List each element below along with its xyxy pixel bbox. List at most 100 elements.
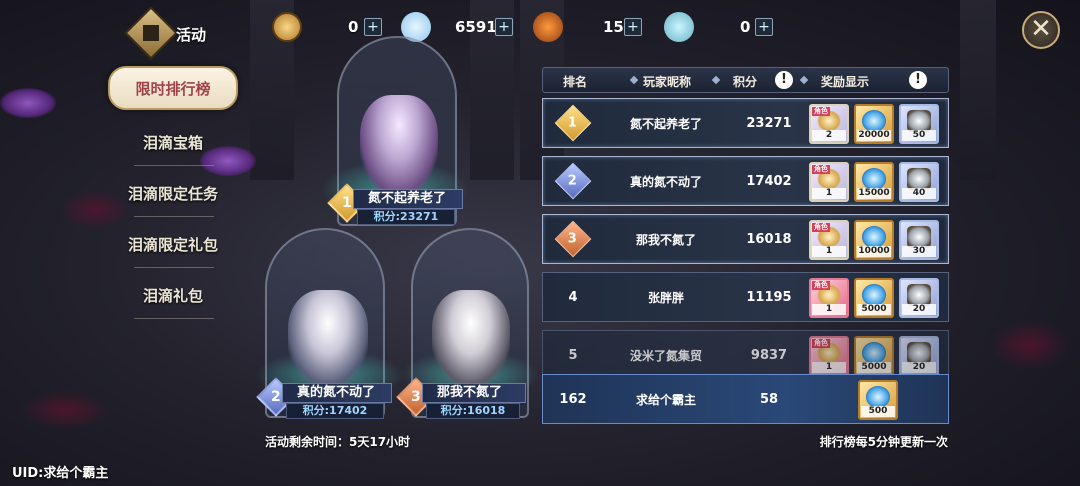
sword-reward-icon[interactable]: 30	[899, 220, 939, 260]
sword-reward-icon[interactable]: 40	[899, 162, 939, 202]
row-player-name: 氮不起养老了	[629, 116, 702, 131]
menu-divider	[134, 267, 214, 268]
blue-key-icon	[664, 12, 694, 42]
row-rewards: 角色 1 5000 20	[809, 278, 947, 318]
resource-slime-value: 6591	[455, 18, 497, 36]
menu-item-label: 泪滴宝箱	[142, 134, 203, 152]
row-rewards: 500	[809, 380, 947, 420]
second-place-score: 积分:17402	[286, 403, 384, 419]
menu-item-teardrop-chest[interactable]: 泪滴宝箱	[108, 117, 238, 168]
leaderboard-row[interactable]: 1 氮不起养老了 23271 角色 2 20000 50	[542, 98, 949, 148]
character-scroll-reward-icon[interactable]: 角色 1	[809, 220, 849, 260]
character-scroll-reward-icon[interactable]: 角色 1	[809, 336, 849, 376]
row-score: 11195	[746, 289, 792, 305]
row-rewards: 角色 1 10000 30	[809, 220, 947, 260]
add-ticket-button[interactable]: +	[364, 18, 382, 36]
activity-badge[interactable]: 活动	[124, 6, 218, 60]
gem-reward-icon[interactable]: 15000	[854, 162, 894, 202]
menu-divider	[134, 318, 214, 319]
header-divider-icon	[711, 75, 721, 85]
menu-item-label: 泪滴礼包	[142, 287, 203, 305]
rank-medal-gold-icon: 1	[554, 104, 592, 142]
row-player-name: 求给个霸主	[635, 392, 696, 407]
orange-key-icon	[533, 12, 563, 42]
ticket-icon	[272, 12, 302, 42]
sword-reward-icon[interactable]: 50	[899, 104, 939, 144]
second-place-nameplate: 2 真的氮不动了 积分:17402	[256, 377, 397, 419]
leaderboard-row[interactable]: 5 没米了氮集贸 9837 角色 1 5000 20	[542, 330, 949, 380]
refresh-note: 排行榜每5分钟更新一次	[819, 435, 948, 449]
header-divider-icon	[629, 75, 639, 85]
rank-medal-silver-icon: 2	[554, 162, 592, 200]
row-score: 58	[759, 391, 779, 407]
character-scroll-reward-icon[interactable]: 角色 2	[809, 104, 849, 144]
row-player-name: 没米了氮集贸	[629, 348, 702, 363]
first-place-character[interactable]	[360, 95, 438, 195]
header-player: 玩家昵称	[643, 75, 692, 89]
add-orange-key-button[interactable]: +	[624, 18, 642, 36]
leaderboard-row[interactable]: 3 那我不氮了 16018 角色 1 10000 30	[542, 214, 949, 264]
row-rewards: 角色 1 5000 20	[809, 336, 947, 376]
resource-ticket	[272, 12, 302, 42]
sword-reward-icon[interactable]: 20	[899, 278, 939, 318]
activity-emblem-icon	[124, 6, 178, 60]
menu-item-label: 泪滴限定礼包	[127, 236, 218, 254]
rank-medal-bronze-icon: 3	[554, 220, 592, 258]
resource-blue-key-value: 0	[740, 18, 751, 36]
menu-item-teardrop-tasks[interactable]: 泪滴限定任务	[108, 168, 238, 219]
gem-reward-icon[interactable]: 20000	[854, 104, 894, 144]
third-place-character[interactable]	[432, 290, 510, 385]
gem-reward-icon[interactable]: 500	[858, 380, 898, 420]
close-button[interactable]: ✕	[1022, 11, 1060, 49]
third-place-score: 积分:16018	[426, 403, 520, 419]
header-rank: 排名	[563, 75, 588, 89]
row-rewards: 角色 1 15000 40	[809, 162, 947, 202]
menu-item-label: 泪滴限定任务	[127, 185, 218, 203]
user-uid: UID:求给个霸主	[12, 466, 109, 481]
first-place-name: 氮不起养老了	[353, 189, 463, 209]
row-rank: 4	[568, 289, 578, 305]
sword-reward-icon[interactable]: 20	[899, 336, 939, 376]
gem-reward-icon[interactable]: 5000	[854, 278, 894, 318]
character-scroll-reward-icon[interactable]: 角色 1	[809, 162, 849, 202]
third-place-nameplate: 3 那我不氮了 积分:16018	[396, 377, 532, 419]
score-info-icon[interactable]: !	[775, 71, 793, 89]
row-score: 9837	[750, 347, 788, 363]
first-place-nameplate: 1 氮不起养老了 积分:23271	[327, 183, 468, 225]
add-slime-button[interactable]: +	[495, 18, 513, 36]
menu-item-teardrop-limited-pack[interactable]: 泪滴限定礼包	[108, 219, 238, 270]
gem-reward-icon[interactable]: 5000	[854, 336, 894, 376]
row-rank: 162	[559, 391, 587, 407]
menu-divider	[134, 216, 214, 217]
menu-item-label: 限时排行榜	[135, 79, 211, 98]
row-score: 23271	[746, 115, 792, 131]
gem-reward-icon[interactable]: 10000	[854, 220, 894, 260]
event-remaining-time: 活动剩余时间：5天17小时	[265, 435, 411, 449]
leaderboard-header: 排名 玩家昵称 积分 ! 奖励显示 !	[542, 67, 949, 93]
side-menu: 限时排行榜 泪滴宝箱 泪滴限定任务 泪滴限定礼包 泪滴礼包	[108, 66, 238, 321]
second-place-character[interactable]	[288, 290, 368, 385]
resource-orange-key-value: 15	[603, 18, 624, 36]
resource-blue-key	[664, 12, 694, 42]
menu-item-teardrop-pack[interactable]: 泪滴礼包	[108, 270, 238, 321]
third-place-name: 那我不氮了	[422, 383, 526, 403]
leaderboard-row[interactable]: 4 张胖胖 11195 角色 1 5000 20	[542, 272, 949, 322]
row-score: 16018	[746, 231, 792, 247]
second-place-name: 真的氮不动了	[282, 383, 392, 403]
menu-divider	[134, 165, 214, 166]
row-rewards: 角色 2 20000 50	[809, 104, 947, 144]
leaderboard-row[interactable]: 2 真的氮不动了 17402 角色 1 15000 40	[542, 156, 949, 206]
header-reward: 奖励显示	[821, 75, 870, 89]
my-rank-row[interactable]: 162 求给个霸主 58 500	[542, 374, 949, 424]
add-blue-key-button[interactable]: +	[755, 18, 773, 36]
header-divider-icon	[799, 75, 809, 85]
row-player-name: 张胖胖	[647, 290, 684, 305]
character-scroll-reward-icon[interactable]: 角色 1	[809, 278, 849, 318]
row-score: 17402	[746, 173, 792, 189]
header-score: 积分	[733, 75, 758, 89]
resource-ticket-value: 0	[348, 18, 359, 36]
menu-item-leaderboard[interactable]: 限时排行榜	[108, 66, 238, 110]
row-player-name: 那我不氮了	[635, 232, 696, 247]
row-player-name: 真的氮不动了	[629, 174, 702, 189]
reward-info-icon[interactable]: !	[909, 71, 927, 89]
